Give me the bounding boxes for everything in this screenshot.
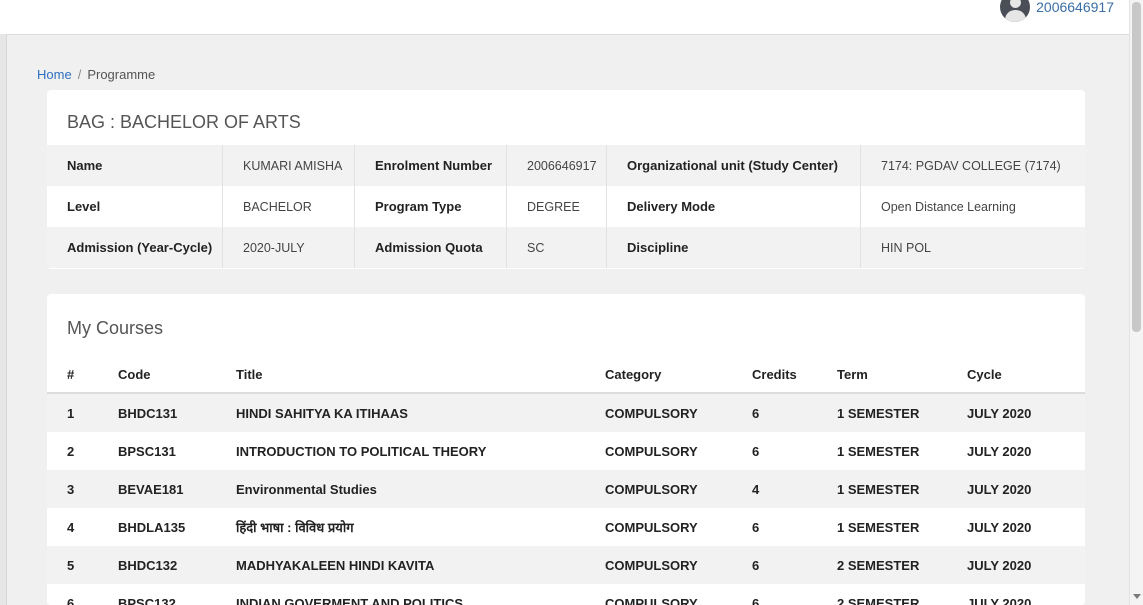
info-value: 2006646917 <box>506 145 607 186</box>
cell-term: 1 SEMESTER <box>817 508 947 546</box>
info-value: KUMARI AMISHA <box>222 145 355 186</box>
cell-title: Environmental Studies <box>216 470 585 508</box>
cell-credits: 6 <box>732 393 817 432</box>
table-row: 5 BHDC132 MADHYAKALEEN HINDI KAVITA COMP… <box>47 546 1085 584</box>
courses-header-row: # Code Title Category Credits Term Cycle <box>47 356 1085 394</box>
cell-code: BHDC132 <box>98 546 216 584</box>
cell-category: COMPULSORY <box>585 546 732 584</box>
cell-term: 1 SEMESTER <box>817 470 947 508</box>
cell-term: 2 SEMESTER <box>817 546 947 584</box>
cell-cycle: JULY 2020 <box>947 584 1085 605</box>
cell-credits: 6 <box>732 508 817 546</box>
breadcrumb: Home / Programme <box>37 67 155 82</box>
user-id[interactable]: 2006646917 <box>1036 0 1114 15</box>
cell-code: BHDLA135 <box>98 508 216 546</box>
table-row: 6 BPSC132 INDIAN GOVERMENT AND POLITICS … <box>47 584 1085 605</box>
cell-code: BHDC131 <box>98 393 216 432</box>
cell-code: BPSC131 <box>98 432 216 470</box>
cell-number: 2 <box>47 432 98 470</box>
cell-title: HINDI SAHITYA KA ITIHAAS <box>216 393 585 432</box>
scrollbar-thumb[interactable] <box>1132 2 1141 332</box>
scroll-down-arrow-icon[interactable] <box>1133 594 1141 599</box>
programme-card: BAG : BACHELOR OF ARTS Name KUMARI AMISH… <box>47 90 1085 269</box>
cell-term: 1 SEMESTER <box>817 393 947 432</box>
top-navbar: 2006646917 <box>0 0 1130 35</box>
breadcrumb-separator: / <box>77 67 82 82</box>
cell-title: INDIAN GOVERMENT AND POLITICS <box>216 584 585 605</box>
page-scrollbar[interactable] <box>1129 0 1143 605</box>
info-value: HIN POL <box>860 227 1085 268</box>
info-label: Enrolment Number <box>354 145 507 186</box>
column-header-number[interactable]: # <box>47 356 98 394</box>
info-row: Admission (Year-Cycle) 2020-JULY Admissi… <box>47 227 1085 268</box>
info-value: 2020-JULY <box>222 227 355 268</box>
info-value: Open Distance Learning <box>860 186 1085 227</box>
user-menu[interactable]: 2006646917 <box>1000 0 1114 22</box>
cell-cycle: JULY 2020 <box>947 470 1085 508</box>
column-header-category[interactable]: Category <box>585 356 732 394</box>
cell-cycle: JULY 2020 <box>947 393 1085 432</box>
info-label: Level <box>47 186 223 227</box>
cell-number: 6 <box>47 584 98 605</box>
cell-number: 4 <box>47 508 98 546</box>
cell-title: INTRODUCTION TO POLITICAL THEORY <box>216 432 585 470</box>
info-label: Delivery Mode <box>606 186 861 227</box>
cell-credits: 6 <box>732 432 817 470</box>
cell-number: 5 <box>47 546 98 584</box>
cell-cycle: JULY 2020 <box>947 508 1085 546</box>
info-row: Level BACHELOR Program Type DEGREE Deliv… <box>47 186 1085 227</box>
cell-category: COMPULSORY <box>585 393 732 432</box>
breadcrumb-home-link[interactable]: Home <box>37 67 72 82</box>
cell-credits: 4 <box>732 470 817 508</box>
table-row: 1 BHDC131 HINDI SAHITYA KA ITIHAAS COMPU… <box>47 393 1085 432</box>
info-label: Organizational unit (Study Center) <box>606 145 861 186</box>
column-header-code[interactable]: Code <box>98 356 216 394</box>
cell-term: 1 SEMESTER <box>817 432 947 470</box>
info-label: Program Type <box>354 186 507 227</box>
info-value: 7174: PGDAV COLLEGE (7174) <box>860 145 1085 186</box>
info-label: Admission Quota <box>354 227 507 268</box>
courses-card: My Courses # Code Title Category Credits… <box>47 294 1085 605</box>
courses-table: # Code Title Category Credits Term Cycle… <box>47 356 1085 605</box>
cell-cycle: JULY 2020 <box>947 546 1085 584</box>
info-value: SC <box>506 227 607 268</box>
cell-credits: 6 <box>732 584 817 605</box>
cell-title: MADHYAKALEEN HINDI KAVITA <box>216 546 585 584</box>
user-avatar-icon[interactable] <box>1000 0 1031 22</box>
cell-number: 3 <box>47 470 98 508</box>
cell-category: COMPULSORY <box>585 508 732 546</box>
courses-title: My Courses <box>67 318 164 338</box>
info-label: Admission (Year-Cycle) <box>47 227 223 268</box>
column-header-cycle[interactable]: Cycle <box>947 356 1085 394</box>
column-header-title[interactable]: Title <box>216 356 585 394</box>
table-row: 3 BEVAE181 Environmental Studies COMPULS… <box>47 470 1085 508</box>
cell-term: 2 SEMESTER <box>817 584 947 605</box>
cell-title: हिंदी भाषा : विविध प्रयोग <box>216 508 585 546</box>
cell-code: BPSC132 <box>98 584 216 605</box>
table-row: 2 BPSC131 INTRODUCTION TO POLITICAL THEO… <box>47 432 1085 470</box>
info-label: Discipline <box>606 227 861 268</box>
table-row: 4 BHDLA135 हिंदी भाषा : विविध प्रयोग COM… <box>47 508 1085 546</box>
info-row: Name KUMARI AMISHA Enrolment Number 2006… <box>47 145 1085 186</box>
breadcrumb-current: Programme <box>87 67 156 82</box>
cell-category: COMPULSORY <box>585 432 732 470</box>
info-label: Name <box>47 145 223 186</box>
programme-info-table: Name KUMARI AMISHA Enrolment Number 2006… <box>47 145 1085 268</box>
cell-category: COMPULSORY <box>585 470 732 508</box>
programme-title: BAG : BACHELOR OF ARTS <box>67 112 301 132</box>
info-value: BACHELOR <box>222 186 355 227</box>
cell-credits: 6 <box>732 546 817 584</box>
cell-number: 1 <box>47 393 98 432</box>
cell-cycle: JULY 2020 <box>947 432 1085 470</box>
left-gutter <box>0 34 7 605</box>
cell-code: BEVAE181 <box>98 470 216 508</box>
cell-category: COMPULSORY <box>585 584 732 605</box>
column-header-credits[interactable]: Credits <box>732 356 817 394</box>
column-header-term[interactable]: Term <box>817 356 947 394</box>
info-value: DEGREE <box>506 186 607 227</box>
